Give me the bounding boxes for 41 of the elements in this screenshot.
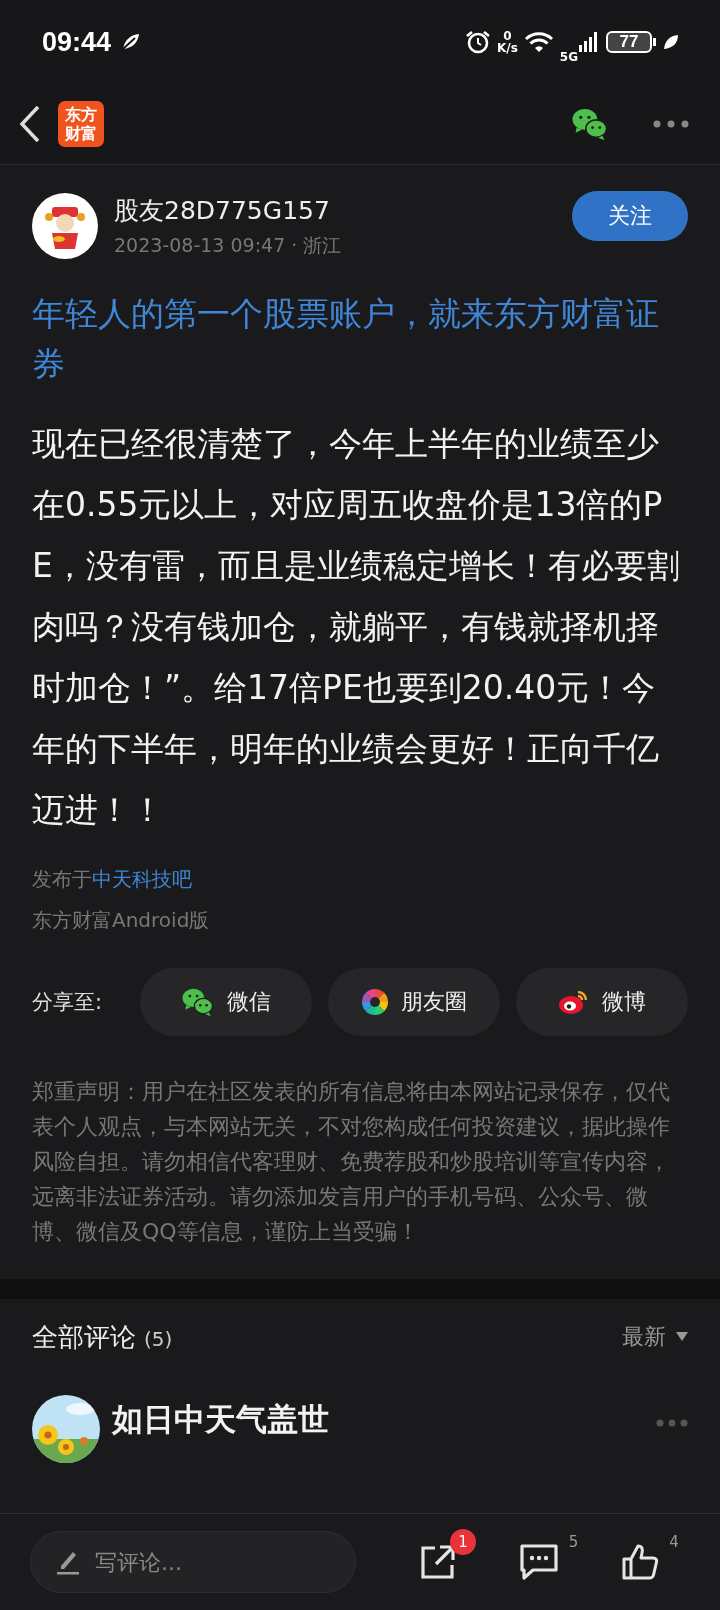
reply-count: 5 — [568, 1533, 579, 1551]
share-button[interactable]: 微博 — [516, 968, 688, 1036]
back-icon[interactable] — [18, 104, 42, 144]
battery-indicator: 77 — [606, 31, 652, 53]
more-icon[interactable] — [652, 119, 690, 129]
share-label: 分享至: — [32, 989, 104, 1016]
caret-icon — [676, 1332, 688, 1342]
disclaimer-text: 郑重声明：用户在社区发表的所有信息将由本网站记录保存，仅代表个人观点，与本网站无关，不对您构成任何投资建议，据此操作风险自担。请勿相信代客理财、免费荐股和炒股培训等宣传内容，远离非法证券活动。请勿添加发言用户的手机号码、公众号、微博、微信及QQ等信息，谨防上当受骗！ — [32, 1078, 671, 1246]
notification-badge: 1 — [450, 1529, 476, 1555]
commenter-name[interactable]: 如日中天气盖世 — [112, 1399, 644, 1441]
weibo-icon — [558, 988, 590, 1016]
clock-time: 09:44 — [42, 26, 112, 58]
post-title[interactable]: 年轻人的第一个股票账户，就来东方财富证券 — [32, 289, 688, 389]
avatar — [32, 193, 98, 259]
post-source: 东方财富Android版 — [32, 907, 211, 934]
author-name[interactable]: 股友28D775G157 — [114, 193, 556, 227]
follow-button[interactable]: 关注 — [572, 191, 688, 241]
net-speed-value: 0 — [503, 30, 512, 42]
share-button[interactable]: 朋友圈 — [328, 968, 500, 1036]
forum-link[interactable]: 中天科技吧 — [92, 867, 192, 891]
like-count: 4 — [669, 1533, 679, 1551]
network-type: 5G — [559, 50, 578, 64]
comments-title: 全部评论 — [32, 1320, 136, 1354]
app-logo: 东方 财富 — [58, 101, 104, 147]
wifi-icon — [523, 30, 554, 54]
comment-field[interactable]: 写评论... — [30, 1531, 356, 1593]
net-speed-unit: K/s — [496, 42, 518, 54]
comment-count: (5) — [144, 1326, 173, 1351]
aperture-icon — [361, 988, 389, 1016]
published-label: 发布于 — [32, 867, 92, 891]
alarm-icon — [464, 29, 491, 55]
leaf-icon — [662, 33, 680, 51]
comment-icon[interactable] — [519, 1543, 559, 1581]
share-icon[interactable] — [419, 1543, 458, 1581]
wechat-icon — [181, 987, 215, 1017]
share-button[interactable]: 微信 — [140, 968, 312, 1036]
signal-icon — [578, 31, 600, 53]
post-meta: 2023-08-13 09:47 · 浙江 — [114, 232, 343, 258]
thumbs-up-icon[interactable] — [620, 1543, 659, 1581]
sort-dropdown[interactable]: 最新 — [622, 1322, 688, 1352]
post-body: 现在已经很清楚了，今年上半年的业绩至少在0.55元以上，对应周五收盘价是13倍的PE，没有雷，而且是业绩稳定增长！有必要割肉吗？没有钱加仓，就躺平，有钱就择机择时加仓！”。给17倍PE也要到20.40元！今年的下半年，明年的业绩会更好！正向千亿迈进！！ — [32, 423, 681, 831]
